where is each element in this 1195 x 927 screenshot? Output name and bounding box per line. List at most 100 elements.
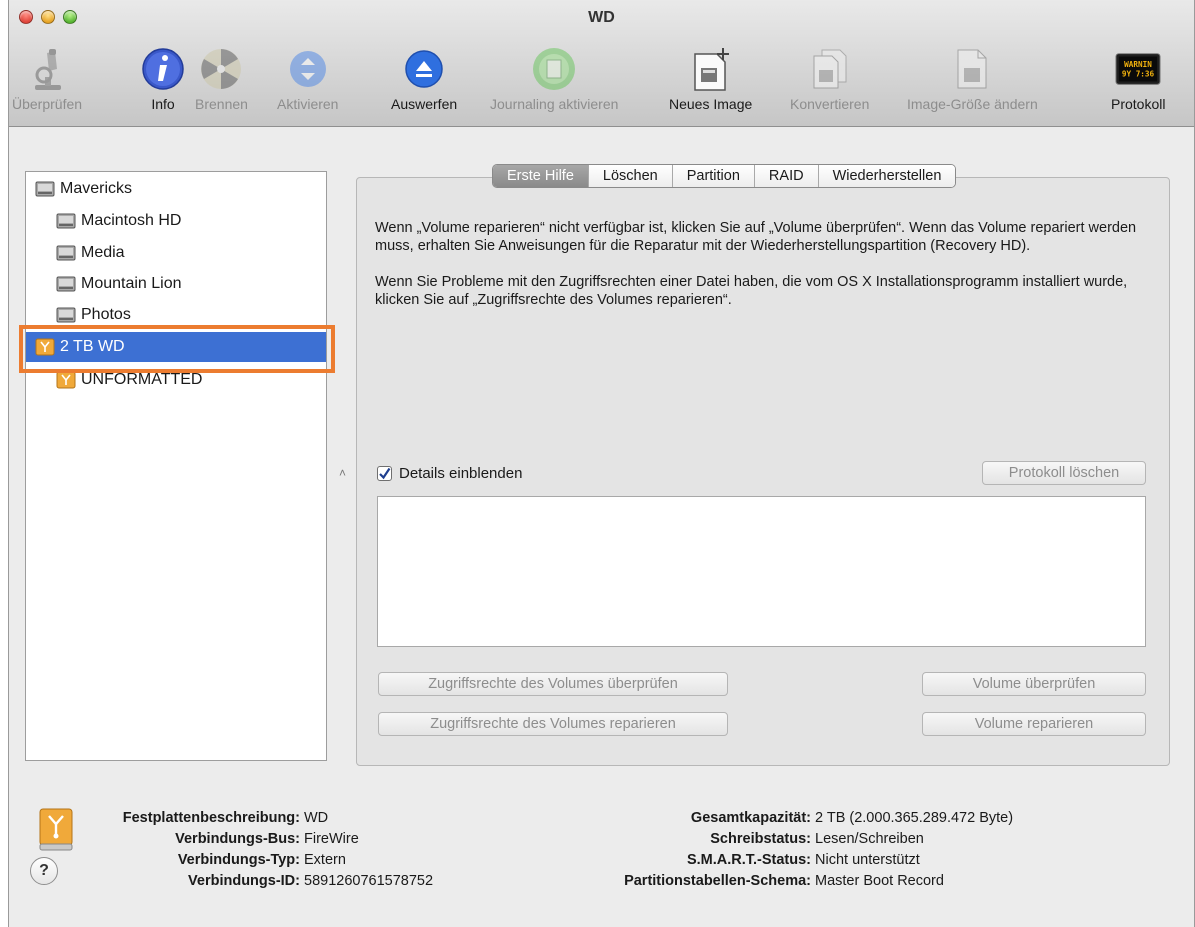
info-row: Verbindungs-Typ: Extern bbox=[29, 850, 433, 871]
sidebar-item-mountain-lion[interactable]: Mountain Lion bbox=[26, 269, 326, 299]
log-icon: WARNIN 9Y 7:36 bbox=[1115, 46, 1161, 92]
toolbar-label: Aktivieren bbox=[277, 96, 339, 112]
tab-partition[interactable]: Partition bbox=[672, 165, 755, 187]
firewire-drive-icon bbox=[35, 338, 55, 356]
sidebar-item-macintosh-hd[interactable]: Macintosh HD bbox=[26, 206, 326, 236]
toolbar-verify-button[interactable]: Überprüfen bbox=[12, 46, 82, 122]
info-row: S.M.A.R.T.-Status: Nicht unterstützt bbox=[578, 850, 1013, 871]
toolbar-eject-button[interactable]: Auswerfen bbox=[391, 46, 457, 122]
sidebar-item-label: 2 TB WD bbox=[60, 338, 125, 355]
verify-permissions-button[interactable]: Zugriffsrechte des Volumes überprüfen bbox=[378, 672, 728, 696]
burn-icon bbox=[198, 46, 244, 92]
toolbar-label: Protokoll bbox=[1111, 96, 1166, 112]
info-value: Master Boot Record bbox=[815, 873, 944, 889]
mount-icon bbox=[285, 46, 331, 92]
repair-volume-button[interactable]: Volume reparieren bbox=[922, 712, 1146, 736]
info-row: Verbindungs-ID: 5891260761578752 bbox=[29, 871, 433, 892]
convert-icon bbox=[807, 46, 853, 92]
info-value: WD bbox=[304, 810, 329, 826]
toolbar-label: Journaling aktivieren bbox=[490, 96, 619, 112]
clear-log-button[interactable]: Protokoll löschen bbox=[982, 461, 1146, 485]
toolbar-log-button[interactable]: WARNIN 9Y 7:36 Protokoll bbox=[1111, 46, 1165, 122]
info-key: Schreibstatus: bbox=[710, 831, 811, 847]
info-key: Verbindungs-ID: bbox=[188, 873, 300, 889]
info-value: 5891260761578752 bbox=[304, 873, 434, 889]
sidebar-item-label: Mountain Lion bbox=[81, 275, 182, 292]
toolbar-convert-button[interactable]: Konvertieren bbox=[790, 46, 869, 122]
microscope-icon bbox=[24, 46, 70, 92]
toolbar-new-image-button[interactable]: Neues Image bbox=[669, 46, 752, 122]
info-row: Schreibstatus: Lesen/Schreiben bbox=[578, 829, 1013, 850]
toolbar-burn-button[interactable]: Brennen bbox=[195, 46, 248, 122]
eject-icon bbox=[401, 46, 447, 92]
info-value: Extern bbox=[304, 852, 346, 868]
journaling-icon bbox=[531, 46, 577, 92]
volume-icon bbox=[56, 245, 76, 261]
volume-icon bbox=[56, 276, 76, 292]
toolbar-label: Konvertieren bbox=[790, 96, 870, 112]
tab-erase[interactable]: Löschen bbox=[588, 165, 673, 187]
details-log-area[interactable] bbox=[377, 496, 1146, 647]
sidebar-item-label: Photos bbox=[81, 306, 131, 323]
toolbar-label: Überprüfen bbox=[12, 96, 83, 112]
verify-volume-button[interactable]: Volume überprüfen bbox=[922, 672, 1146, 696]
split-view-handle[interactable]: ˄ bbox=[339, 466, 346, 480]
info-row: Gesamtkapazität: 2 TB (2.000.365.289.472 … bbox=[578, 808, 1013, 829]
info-key: Verbindungs-Typ: bbox=[177, 852, 300, 868]
sidebar-item-unformatted[interactable]: UNFORMATTED bbox=[26, 365, 326, 395]
info-value: FireWire bbox=[304, 831, 359, 847]
description-paragraph: Wenn „Volume reparieren“ nicht verfügbar… bbox=[375, 220, 1137, 254]
info-row: Verbindungs-Bus: FireWire bbox=[29, 829, 433, 850]
toolbar-label: Auswerfen bbox=[391, 96, 458, 112]
checkmark-icon bbox=[379, 467, 391, 480]
disk-list-sidebar[interactable]: Mavericks Macintosh HD Media Mountain Li… bbox=[25, 171, 327, 761]
info-key: S.M.A.R.T.-Status: bbox=[686, 852, 811, 868]
first-aid-description: Wenn „Volume reparieren“ nicht verfügbar… bbox=[375, 219, 1145, 327]
svg-text:WARNIN: WARNIN bbox=[1124, 60, 1152, 69]
svg-text:9Y 7:36: 9Y 7:36 bbox=[1122, 70, 1155, 79]
info-icon bbox=[140, 46, 186, 92]
sidebar-item-2tb-wd[interactable]: 2 TB WD bbox=[26, 332, 326, 362]
sidebar-item-media[interactable]: Media bbox=[26, 238, 326, 268]
firewire-volume-icon bbox=[56, 371, 76, 389]
toolbar: WD Überprüfen Info Brennen Aktivieren Au… bbox=[9, 0, 1194, 127]
toolbar-journaling-button[interactable]: Journaling aktivieren bbox=[490, 46, 618, 122]
info-row: Partitionstabellen-Schema: Master Boot Re… bbox=[578, 871, 1013, 892]
info-key: Partitionstabellen-Schema: bbox=[624, 873, 811, 889]
volume-icon bbox=[56, 213, 76, 229]
toolbar-mount-button[interactable]: Aktivieren bbox=[277, 46, 338, 122]
sidebar-item-photos[interactable]: Photos bbox=[26, 300, 326, 330]
show-details-label: Details einblenden bbox=[399, 465, 523, 482]
sidebar-item-label: UNFORMATTED bbox=[81, 371, 203, 388]
toolbar-info-button[interactable]: Info bbox=[140, 46, 186, 122]
info-key: Gesamtkapazität: bbox=[690, 810, 811, 826]
tab-raid[interactable]: RAID bbox=[754, 165, 819, 187]
toolbar-label: Neues Image bbox=[669, 96, 753, 112]
tab-bar: Erste Hilfe Löschen Partition RAID Wiede… bbox=[492, 164, 957, 188]
sidebar-item-mavericks[interactable]: Mavericks bbox=[26, 174, 326, 204]
description-paragraph: Wenn Sie Probleme mit den Zugriffsrechte… bbox=[375, 274, 1128, 308]
new-image-icon bbox=[688, 46, 734, 92]
tab-restore[interactable]: Wiederherstellen bbox=[818, 165, 956, 187]
info-value: Lesen/Schreiben bbox=[815, 831, 924, 847]
info-key: Festplattenbeschreibung: bbox=[122, 810, 300, 826]
disk-info-right: Gesamtkapazität: 2 TB (2.000.365.289.472 … bbox=[578, 808, 1013, 892]
disk-info-left: Festplattenbeschreibung: WD Verbindungs-B… bbox=[29, 808, 433, 892]
volume-icon bbox=[56, 307, 76, 323]
toolbar-label: Image-Größe ändern bbox=[907, 96, 1038, 112]
sidebar-item-label: Mavericks bbox=[60, 180, 133, 197]
repair-permissions-button[interactable]: Zugriffsrechte des Volumes reparieren bbox=[378, 712, 728, 736]
sidebar-item-label: Macintosh HD bbox=[81, 212, 182, 229]
info-row: Festplattenbeschreibung: WD bbox=[29, 808, 433, 829]
info-value: 2 TB (2.000.365.289.472 Byte) bbox=[815, 810, 1014, 826]
info-value: Nicht unterstützt bbox=[815, 852, 920, 868]
toolbar-label: Brennen bbox=[195, 96, 248, 112]
internal-disk-icon bbox=[35, 181, 55, 197]
disk-utility-window: WD Überprüfen Info Brennen Aktivieren Au… bbox=[8, 0, 1195, 927]
toolbar-resize-image-button[interactable]: Image-Größe ändern bbox=[907, 46, 1038, 122]
show-details-checkbox[interactable]: Details einblenden bbox=[377, 465, 522, 482]
toolbar-label: Info bbox=[151, 96, 175, 112]
info-key: Verbindungs-Bus: bbox=[175, 831, 300, 847]
checkbox-box[interactable] bbox=[377, 466, 392, 481]
tab-first-aid[interactable]: Erste Hilfe bbox=[493, 165, 589, 187]
